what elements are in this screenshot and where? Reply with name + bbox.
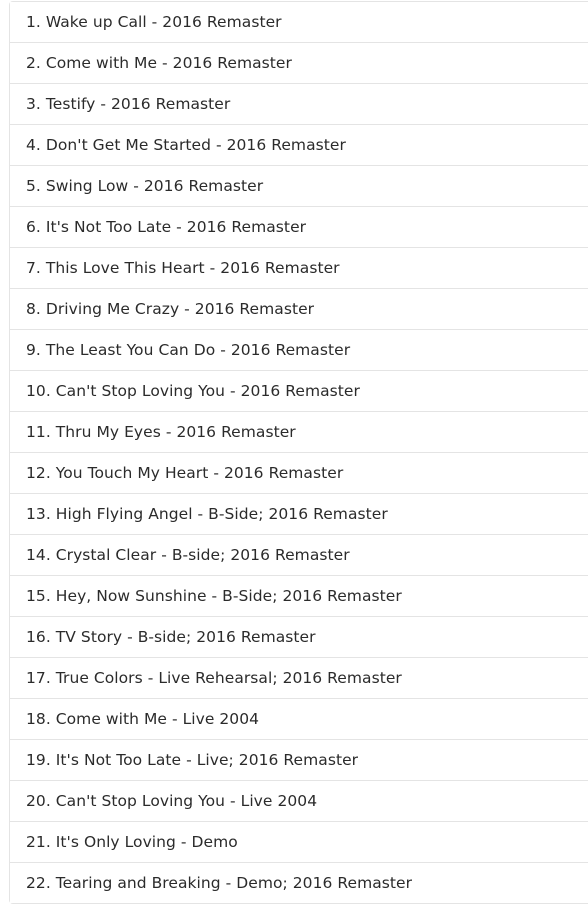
track-row[interactable]: 14. Crystal Clear - B-side; 2016 Remaste… bbox=[10, 534, 588, 575]
track-row[interactable]: 9. The Least You Can Do - 2016 Remaster bbox=[10, 329, 588, 370]
track-title: 4. Don't Get Me Started - 2016 Remaster bbox=[26, 136, 346, 154]
track-title: 9. The Least You Can Do - 2016 Remaster bbox=[26, 341, 351, 359]
track-list: 1. Wake up Call - 2016 Remaster 2. Come … bbox=[9, 1, 588, 904]
track-title: 10. Can't Stop Loving You - 2016 Remaste… bbox=[26, 382, 360, 400]
track-row[interactable]: 17. True Colors - Live Rehearsal; 2016 R… bbox=[10, 657, 588, 698]
track-title: 22. Tearing and Breaking - Demo; 2016 Re… bbox=[26, 874, 413, 892]
track-title: 3. Testify - 2016 Remaster bbox=[26, 95, 231, 113]
track-row[interactable]: 8. Driving Me Crazy - 2016 Remaster bbox=[10, 288, 588, 329]
track-row[interactable]: 20. Can't Stop Loving You - Live 2004 bbox=[10, 780, 588, 821]
track-title: 8. Driving Me Crazy - 2016 Remaster bbox=[26, 300, 315, 318]
track-title: 20. Can't Stop Loving You - Live 2004 bbox=[26, 792, 318, 810]
track-title: 19. It's Not Too Late - Live; 2016 Remas… bbox=[26, 751, 359, 769]
track-row[interactable]: 13. High Flying Angel - B-Side; 2016 Rem… bbox=[10, 493, 588, 534]
track-title: 7. This Love This Heart - 2016 Remaster bbox=[26, 259, 340, 277]
track-title: 18. Come with Me - Live 2004 bbox=[26, 710, 260, 728]
track-title: 14. Crystal Clear - B-side; 2016 Remaste… bbox=[26, 546, 350, 564]
track-row[interactable]: 10. Can't Stop Loving You - 2016 Remaste… bbox=[10, 370, 588, 411]
track-title: 21. It's Only Loving - Demo bbox=[26, 833, 238, 851]
track-row[interactable]: 15. Hey, Now Sunshine - B-Side; 2016 Rem… bbox=[10, 575, 588, 616]
track-row[interactable]: 3. Testify - 2016 Remaster bbox=[10, 83, 588, 124]
track-row[interactable]: 7. This Love This Heart - 2016 Remaster bbox=[10, 247, 588, 288]
track-row[interactable]: 22. Tearing and Breaking - Demo; 2016 Re… bbox=[10, 862, 588, 903]
track-row[interactable]: 12. You Touch My Heart - 2016 Remaster bbox=[10, 452, 588, 493]
track-title: 6. It's Not Too Late - 2016 Remaster bbox=[26, 218, 307, 236]
track-title: 13. High Flying Angel - B-Side; 2016 Rem… bbox=[26, 505, 388, 523]
track-row[interactable]: 6. It's Not Too Late - 2016 Remaster bbox=[10, 206, 588, 247]
track-title: 5. Swing Low - 2016 Remaster bbox=[26, 177, 264, 195]
track-title: 15. Hey, Now Sunshine - B-Side; 2016 Rem… bbox=[26, 587, 402, 605]
track-row[interactable]: 11. Thru My Eyes - 2016 Remaster bbox=[10, 411, 588, 452]
track-title: 16. TV Story - B-side; 2016 Remaster bbox=[26, 628, 316, 646]
track-row[interactable]: 2. Come with Me - 2016 Remaster bbox=[10, 42, 588, 83]
track-title: 11. Thru My Eyes - 2016 Remaster bbox=[26, 423, 296, 441]
track-title: 2. Come with Me - 2016 Remaster bbox=[26, 54, 292, 72]
track-title: 17. True Colors - Live Rehearsal; 2016 R… bbox=[26, 669, 402, 687]
track-row[interactable]: 1. Wake up Call - 2016 Remaster bbox=[10, 2, 588, 42]
track-row[interactable]: 4. Don't Get Me Started - 2016 Remaster bbox=[10, 124, 588, 165]
track-row[interactable]: 19. It's Not Too Late - Live; 2016 Remas… bbox=[10, 739, 588, 780]
track-title: 12. You Touch My Heart - 2016 Remaster bbox=[26, 464, 344, 482]
track-row[interactable]: 5. Swing Low - 2016 Remaster bbox=[10, 165, 588, 206]
track-title: 1. Wake up Call - 2016 Remaster bbox=[26, 13, 282, 31]
track-row[interactable]: 21. It's Only Loving - Demo bbox=[10, 821, 588, 862]
track-row[interactable]: 16. TV Story - B-side; 2016 Remaster bbox=[10, 616, 588, 657]
track-row[interactable]: 18. Come with Me - Live 2004 bbox=[10, 698, 588, 739]
